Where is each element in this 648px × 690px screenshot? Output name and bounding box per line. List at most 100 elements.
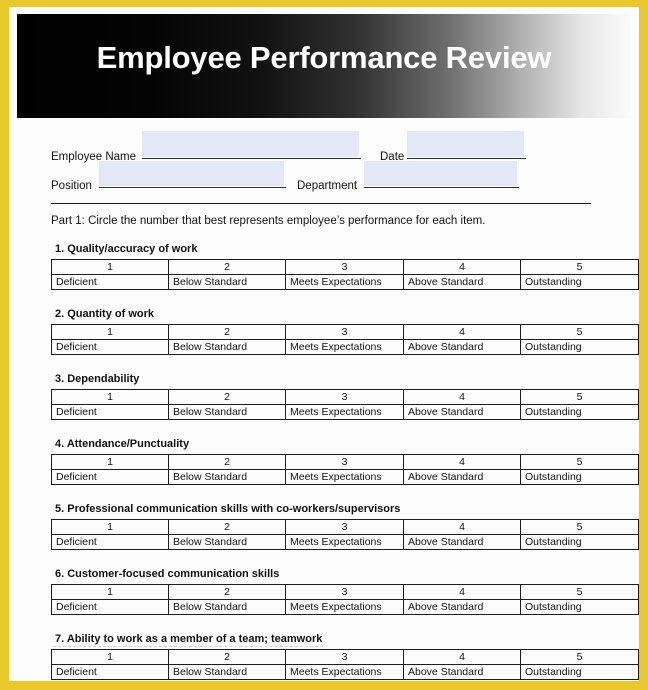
rating-scale-table: 1 2 3 4 5 Deficient Below Standard Meets Expect…: [51, 584, 639, 615]
rating-number-cell[interactable]: 5: [520, 649, 639, 665]
table-row: Deficient Below Standard Meets Expectation…: [51, 664, 639, 680]
rating-number-cell[interactable]: 5: [520, 454, 639, 470]
rating-label-cell: Below Standard: [168, 599, 286, 615]
rating-number-cell[interactable]: 3: [285, 649, 404, 665]
rating-number-cell[interactable]: 1: [51, 454, 169, 470]
rating-scale-table: 1 2 3 4 5 Deficient Below Standard Meets Expect…: [51, 389, 639, 420]
rating-item-title: 5. Professional communication skills wit…: [55, 503, 401, 515]
rating-label-cell: Meets Expectations: [285, 339, 404, 355]
rating-number-cell[interactable]: 5: [520, 259, 639, 275]
rating-number-cell[interactable]: 2: [168, 584, 286, 600]
rating-number-cell[interactable]: 1: [51, 649, 169, 665]
rating-number-cell[interactable]: 3: [285, 324, 404, 340]
table-row: 12345: [51, 649, 639, 665]
rating-number-cell[interactable]: 2: [168, 454, 286, 470]
rating-number-cell[interactable]: 2: [168, 519, 286, 535]
rating-number-cell[interactable]: 4: [403, 259, 521, 275]
rating-label-cell: Above Standard: [403, 404, 521, 420]
rating-number-cell[interactable]: 5: [520, 584, 639, 600]
rating-scale-table: 1 2 3 4 5 Deficient Below Standard Meets Expect…: [51, 259, 639, 290]
department-label: Department: [297, 180, 358, 192]
rating-number-cell[interactable]: 4: [403, 649, 521, 665]
rating-number-cell[interactable]: 2: [168, 324, 286, 340]
table-row: 12345: [51, 454, 639, 470]
rating-number-cell[interactable]: 4: [403, 519, 521, 535]
rating-label-cell: Deficient: [51, 599, 169, 615]
rating-label-cell: Outstanding: [520, 339, 639, 355]
rating-number-cell[interactable]: 3: [285, 519, 404, 535]
rating-number-cell[interactable]: 1: [51, 584, 169, 600]
rating-number-cell[interactable]: 3: [285, 389, 404, 405]
table-row: 12345: [51, 389, 639, 405]
department-field[interactable]: [364, 161, 517, 186]
table-row: 12345: [51, 519, 639, 535]
rating-label-cell: Deficient: [51, 339, 169, 355]
table-row: Deficient Below Standard Meets Expectation…: [51, 469, 639, 485]
rating-number-cell[interactable]: 2: [168, 389, 286, 405]
rating-label-cell: Deficient: [51, 664, 169, 680]
employee-name-rule: [142, 158, 361, 159]
rating-number-cell[interactable]: 1: [51, 389, 169, 405]
date-rule: [407, 158, 526, 159]
instructions-text: Part 1: Circle the number that best repr…: [51, 215, 486, 227]
section-divider: [51, 203, 591, 204]
position-label: Position: [51, 180, 92, 192]
rating-number-cell[interactable]: 4: [403, 454, 521, 470]
rating-item-title: 6. Customer-focused communication skills: [55, 568, 280, 580]
rating-label-cell: Below Standard: [168, 274, 286, 290]
rating-label-cell: Above Standard: [403, 664, 521, 680]
table-row: Deficient Below Standard Meets Expectation…: [51, 599, 639, 615]
rating-scale-table: 1 2 3 4 5 Deficient Below Standard Meets Expect…: [51, 519, 639, 550]
rating-label-cell: Above Standard: [403, 469, 521, 485]
table-row: 12345: [51, 259, 639, 275]
table-row: Deficient Below Standard Meets Expectation…: [51, 534, 639, 550]
rating-item-title: 1. Quality/accuracy of work: [55, 243, 198, 255]
rating-label-cell: Deficient: [51, 404, 169, 420]
page-title: Employee Performance Review: [96, 40, 552, 75]
rating-number-cell[interactable]: 1: [51, 519, 169, 535]
rating-label-cell: Below Standard: [168, 469, 286, 485]
rating-number-cell[interactable]: 4: [403, 324, 521, 340]
rating-label-cell: Meets Expectations: [285, 664, 404, 680]
rating-label-cell: Deficient: [51, 274, 169, 290]
rating-number-cell[interactable]: 5: [520, 519, 639, 535]
rating-label-cell: Outstanding: [520, 599, 639, 615]
rating-label-cell: Outstanding: [520, 469, 639, 485]
rating-number-cell[interactable]: 2: [168, 259, 286, 275]
date-field[interactable]: [407, 131, 524, 157]
rating-scale-table: 1 2 3 4 5 Deficient Below Standard Meets Expect…: [51, 649, 639, 680]
rating-label-cell: Below Standard: [168, 534, 286, 550]
rating-item-title: 2. Quantity of work: [55, 308, 155, 320]
table-row: Deficient Below Standard Meets Expectation…: [51, 274, 639, 290]
rating-number-cell[interactable]: 2: [168, 649, 286, 665]
rating-number-cell[interactable]: 3: [285, 259, 404, 275]
rating-label-cell: Above Standard: [403, 599, 521, 615]
rating-number-cell[interactable]: 4: [403, 584, 521, 600]
rating-scale-table: 1 2 3 4 5 Deficient Below Standard Meets Expect…: [51, 454, 639, 485]
rating-label-cell: Meets Expectations: [285, 534, 404, 550]
rating-label-cell: Outstanding: [520, 534, 639, 550]
employee-name-field[interactable]: [142, 131, 359, 157]
rating-number-cell[interactable]: 3: [285, 454, 404, 470]
rating-number-cell[interactable]: 5: [520, 389, 639, 405]
rating-label-cell: Deficient: [51, 469, 169, 485]
rating-label-cell: Below Standard: [168, 404, 286, 420]
rating-number-cell[interactable]: 1: [51, 324, 169, 340]
header-banner: Employee Performance Review: [17, 14, 631, 118]
department-rule: [364, 187, 519, 188]
rating-label-cell: Meets Expectations: [285, 599, 404, 615]
table-row: 12345: [51, 324, 639, 340]
rating-item-title: 3. Dependability: [55, 373, 140, 385]
rating-label-cell: Below Standard: [168, 339, 286, 355]
position-rule: [99, 187, 286, 188]
rating-number-cell[interactable]: 4: [403, 389, 521, 405]
document-page: Employee Performance Review Employee Nam…: [0, 0, 648, 690]
identity-form: Employee Name Date Position Department: [9, 125, 639, 209]
rating-label-cell: Outstanding: [520, 404, 639, 420]
rating-number-cell[interactable]: 5: [520, 324, 639, 340]
table-row: 12345: [51, 584, 639, 600]
position-field[interactable]: [99, 161, 284, 186]
rating-number-cell[interactable]: 3: [285, 584, 404, 600]
rating-number-cell[interactable]: 1: [51, 259, 169, 275]
rating-label-cell: Meets Expectations: [285, 469, 404, 485]
